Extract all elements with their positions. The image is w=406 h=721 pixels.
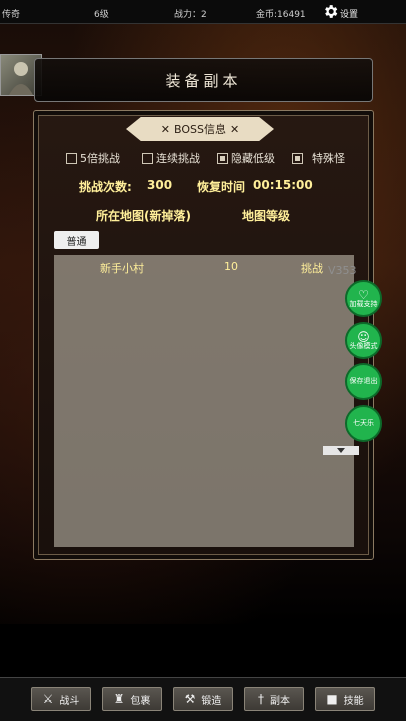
boss-info-tab: ✕ BOSS信息 ✕ [126, 117, 274, 141]
option-label: 隐藏低级 [231, 152, 275, 165]
status-bar: 传奇 6级 战力：2 金币:16491 设置 [0, 0, 406, 24]
checkbox-special-monster[interactable] [292, 152, 303, 164]
option-label: 5倍挑战 [80, 152, 120, 165]
sword-icon: † [258, 692, 264, 706]
nav-label: 战斗 [59, 695, 80, 707]
crossed-swords-right-icon: ✕ [229, 122, 240, 136]
settings-button[interactable]: 设置 [322, 3, 358, 20]
float-button-support[interactable]: ♡ 加载支持 [345, 280, 382, 317]
boss-map-list: 新手小村 10 挑战 [54, 255, 354, 547]
float-button-seven-day[interactable]: 七天乐 [345, 405, 382, 442]
tab-normal[interactable]: 普通 [54, 231, 99, 249]
nav-forge[interactable]: ⚒ 锻造 [173, 687, 233, 711]
option-special-monster[interactable]: 特殊怪 [292, 150, 345, 166]
checkbox-continuous-challenge[interactable] [142, 152, 153, 164]
checkbox-5x-challenge[interactable] [66, 152, 77, 164]
recovery-time-value: 00:15:00 [253, 178, 313, 192]
page-title: 装备副本 [34, 58, 373, 102]
player-level: 6级 [94, 10, 109, 20]
float-button-avatar-mode[interactable]: ☺ 头像模式 [345, 322, 382, 359]
nav-dungeon[interactable]: † 副本 [244, 687, 304, 711]
option-hide-low-level[interactable]: 隐藏低级 [217, 150, 275, 166]
version-label: V353 [328, 264, 357, 277]
nav-skills[interactable]: ■ 技能 [315, 687, 375, 711]
float-button-label: 头像模式 [349, 341, 378, 350]
crossed-swords-left-icon: ✕ [160, 122, 170, 136]
option-5x-challenge[interactable]: 5倍挑战 [66, 150, 120, 166]
challenge-button[interactable]: 挑战 [301, 260, 323, 276]
nav-battle[interactable]: ⚔ 战斗 [31, 687, 91, 711]
checkbox-hide-low-level[interactable] [217, 152, 228, 164]
option-label: 特殊怪 [312, 152, 345, 165]
bottom-nav: ⚔ 战斗 ♜ 包裹 ⚒ 锻造 † 副本 ■ 技能 [0, 677, 406, 721]
float-button-save-exit[interactable]: 保存退出 [345, 363, 382, 400]
scroll-down-button[interactable] [323, 446, 359, 455]
hammer-icon: ⚒ [184, 692, 196, 706]
map-level-column-header: 地图等级 [242, 209, 291, 223]
settings-label: 设置 [340, 10, 359, 20]
nav-label: 副本 [270, 695, 290, 707]
option-label: 连续挑战 [156, 152, 200, 165]
map-column-header: 所在地图(新掉落) [96, 209, 191, 223]
gold-count: 金币:16491 [256, 10, 306, 20]
nav-label: 技能 [343, 695, 364, 707]
nav-bag[interactable]: ♜ 包裹 [102, 687, 162, 711]
float-button-label: 加载支持 [349, 299, 378, 308]
nav-label: 包裹 [130, 695, 151, 707]
list-item: 新手小村 10 挑战 [54, 260, 354, 276]
challenge-count-label: 挑战次数: [79, 180, 132, 194]
combat-power: 战力：2 [174, 10, 207, 20]
float-button-label: 保存退出 [349, 376, 378, 385]
recovery-time-label: 恢复时间 [197, 180, 246, 194]
boss-panel: ✕ BOSS信息 ✕ 5倍挑战 连续挑战 隐藏低级 特殊怪 挑战次数: 300 … [33, 110, 374, 560]
bag-icon: ♜ [113, 692, 125, 706]
option-continuous-challenge[interactable]: 连续挑战 [142, 150, 200, 166]
challenge-count-value: 300 [147, 178, 173, 192]
map-level: 10 [224, 260, 238, 273]
nav-label: 锻造 [201, 695, 222, 707]
crossed-swords-icon: ⚔ [42, 692, 54, 706]
map-name: 新手小村 [100, 262, 144, 275]
face-icon: ☺ [357, 329, 370, 344]
gear-icon [325, 5, 338, 18]
heart-icon: ♡ [358, 287, 369, 302]
boss-info-title: BOSS信息 [174, 123, 226, 136]
book-icon: ■ [326, 692, 338, 706]
player-name: 传奇 [2, 10, 21, 20]
float-button-label: 七天乐 [353, 418, 374, 427]
